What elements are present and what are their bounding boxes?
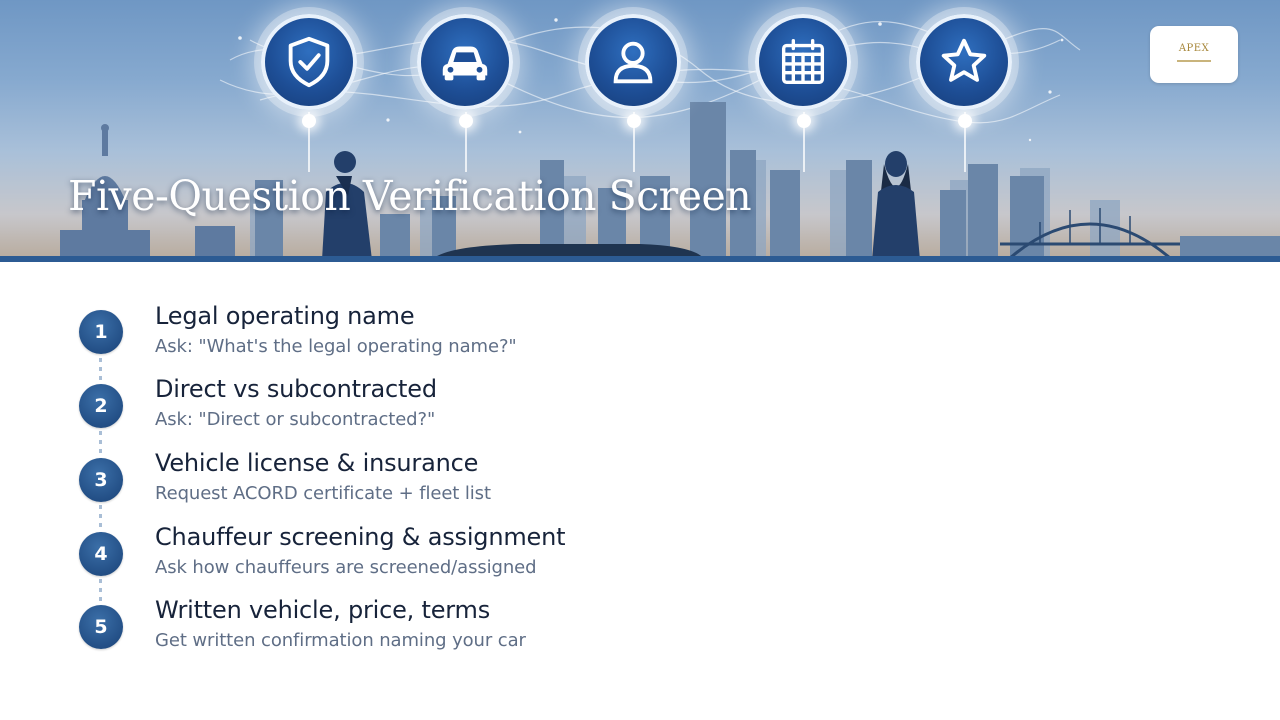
step-number-badge: 3 bbox=[79, 458, 123, 502]
hero-banner: APEX Five-Question Verification Screen bbox=[0, 0, 1280, 262]
step-connector bbox=[99, 431, 102, 461]
star-icon bbox=[916, 14, 1012, 110]
glow-dot bbox=[797, 114, 811, 128]
step-number-badge: 1 bbox=[79, 310, 123, 354]
step-number-badge: 5 bbox=[79, 605, 123, 649]
logo-text: APEX bbox=[1178, 43, 1210, 54]
glow-dot bbox=[302, 114, 316, 128]
step-description: Ask: "What's the legal operating name?" bbox=[155, 336, 517, 357]
logo-rule bbox=[1177, 60, 1211, 62]
step-title: Vehicle license & insurance bbox=[155, 449, 479, 477]
step-title: Chauffeur screening & assignment bbox=[155, 523, 566, 551]
step-number-badge: 2 bbox=[79, 384, 123, 428]
step-connector bbox=[99, 505, 102, 535]
step-number-badge: 4 bbox=[79, 532, 123, 576]
step-description: Get written confirmation naming your car bbox=[155, 630, 526, 651]
step-description: Ask how chauffeurs are screened/assigned bbox=[155, 557, 537, 578]
calendar-icon bbox=[755, 14, 851, 110]
step-description: Request ACORD certificate + fleet list bbox=[155, 483, 491, 504]
person-icon bbox=[585, 14, 681, 110]
step-description: Ask: "Direct or subcontracted?" bbox=[155, 409, 436, 430]
car-icon bbox=[417, 14, 513, 110]
slide: APEX Five-Question Verification Screen 1… bbox=[0, 0, 1280, 720]
step-title: Legal operating name bbox=[155, 302, 415, 330]
shield-check-icon bbox=[261, 14, 357, 110]
step-title: Written vehicle, price, terms bbox=[155, 596, 491, 624]
company-logo: APEX bbox=[1150, 26, 1238, 83]
step-title: Direct vs subcontracted bbox=[155, 375, 437, 403]
glow-dot bbox=[958, 114, 972, 128]
page-title: Five-Question Verification Screen bbox=[68, 172, 752, 220]
glow-dot bbox=[459, 114, 473, 128]
steps-list: 1 Legal operating name Ask: "What's the … bbox=[0, 262, 1280, 720]
glow-dot bbox=[627, 114, 641, 128]
